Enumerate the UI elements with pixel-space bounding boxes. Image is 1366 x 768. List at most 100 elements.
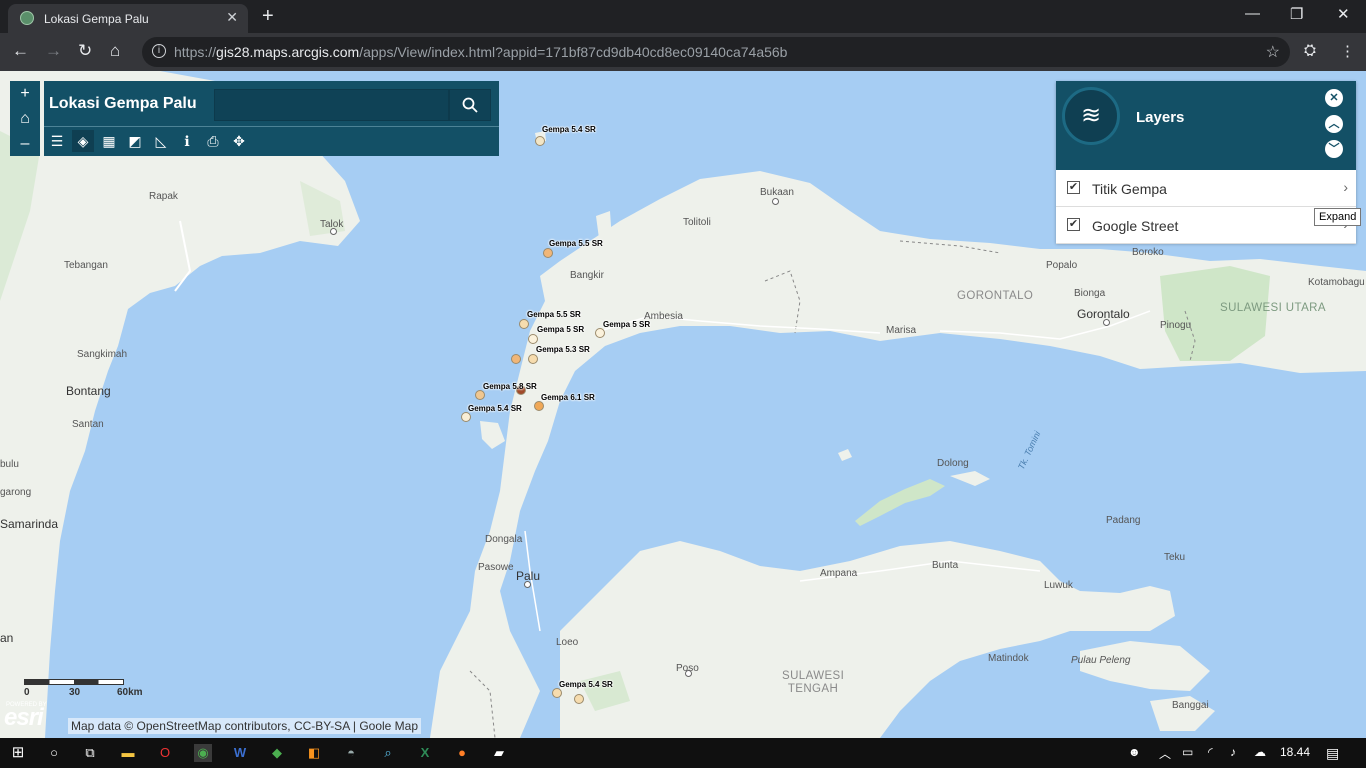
bookmark-star-icon[interactable]: ☆ bbox=[1266, 42, 1280, 62]
earthquake-marker[interactable] bbox=[475, 390, 485, 400]
earthquake-label: Gempa 5.5 SR bbox=[527, 310, 581, 319]
search-button[interactable] bbox=[449, 89, 491, 121]
task-view-icon[interactable]: ⧉ bbox=[81, 744, 99, 762]
earthquake-marker[interactable] bbox=[552, 688, 562, 698]
zoom-control: + ⌂ – bbox=[10, 81, 40, 156]
province-label: SULAWESI TENGAH bbox=[782, 670, 845, 695]
info-icon[interactable]: ℹ bbox=[176, 130, 198, 152]
earthquake-label: Gempa 6.1 SR bbox=[541, 393, 595, 402]
place-label: an bbox=[0, 631, 14, 645]
earthquake-marker[interactable] bbox=[535, 136, 545, 146]
legend-icon[interactable]: ◩ bbox=[124, 130, 146, 152]
file-explorer-icon[interactable]: ▬ bbox=[119, 744, 137, 762]
site-info-icon[interactable]: i bbox=[152, 44, 166, 58]
earthquake-label: Gempa 5.3 SR bbox=[536, 345, 590, 354]
reload-button[interactable]: ↻ bbox=[78, 41, 92, 61]
chevron-right-icon[interactable]: › bbox=[1343, 179, 1348, 195]
app-header: Lokasi Gempa Palu ☰ ◈ ▦ ◩ ◺ ℹ ⎙ ✥ bbox=[44, 81, 499, 156]
place-label: Boroko bbox=[1132, 247, 1164, 258]
layers-panel-header: ≋ Layers ✕ ︿ ﹀ bbox=[1056, 81, 1356, 170]
address-bar[interactable]: i https://gis28.maps.arcgis.com/apps/Vie… bbox=[142, 37, 1290, 67]
measure-icon[interactable]: ◺ bbox=[150, 130, 172, 152]
close-panel-icon[interactable]: ✕ bbox=[1325, 89, 1343, 107]
app-gray-icon[interactable]: ◓ bbox=[342, 744, 360, 762]
earthquake-label: Gempa 5 SR bbox=[603, 320, 651, 329]
place-label: Dolong bbox=[937, 458, 969, 469]
place-label: Pinogu bbox=[1160, 320, 1192, 331]
minimize-button[interactable]: — bbox=[1245, 5, 1260, 22]
details-list-icon[interactable]: ☰ bbox=[46, 130, 68, 152]
extension-icon[interactable]: ⛭ bbox=[1304, 42, 1316, 59]
zoom-in-button[interactable]: + bbox=[10, 81, 40, 106]
place-label: Santan bbox=[72, 419, 104, 430]
earthquake-marker[interactable] bbox=[574, 694, 584, 704]
close-window-button[interactable]: ✕ bbox=[1337, 5, 1350, 23]
excel-icon[interactable]: X bbox=[416, 744, 434, 762]
app-green-icon[interactable]: ◆ bbox=[268, 744, 286, 762]
browser-tab[interactable]: Lokasi Gempa Palu ✕ bbox=[8, 4, 248, 33]
chrome-icon[interactable]: ◉ bbox=[194, 744, 212, 762]
collapse-up-icon[interactable]: ︿ bbox=[1325, 115, 1343, 133]
place-label: Banggai bbox=[1172, 700, 1209, 711]
layer-visibility-checkbox[interactable]: ✔ bbox=[1067, 181, 1080, 194]
onedrive-icon[interactable]: ☁ bbox=[1254, 745, 1266, 759]
windows-start-icon[interactable]: ⊞ bbox=[9, 744, 27, 762]
earthquake-marker[interactable] bbox=[528, 334, 538, 344]
earthquake-label: Gempa 5.4 SR bbox=[468, 404, 522, 413]
clock-time[interactable]: 18.44 bbox=[1280, 745, 1310, 759]
town-dot bbox=[524, 581, 531, 588]
opera-icon[interactable]: O bbox=[156, 744, 174, 762]
app-orange-icon[interactable]: ◧ bbox=[305, 744, 323, 762]
tool-bar: ☰ ◈ ▦ ◩ ◺ ℹ ⎙ ✥ bbox=[44, 126, 499, 156]
wifi-icon[interactable]: ◜ bbox=[1208, 745, 1213, 759]
place-label: Dongala bbox=[485, 534, 523, 545]
layers-stack-icon: ≋ bbox=[1062, 87, 1120, 145]
firefox-icon[interactable]: ● bbox=[453, 744, 471, 762]
tab-title: Lokasi Gempa Palu bbox=[44, 12, 149, 26]
layer-visibility-checkbox[interactable]: ✔ bbox=[1067, 218, 1080, 231]
earthquake-marker[interactable] bbox=[511, 354, 521, 364]
app-search-icon[interactable]: ⌕ bbox=[379, 744, 397, 762]
town-dot bbox=[330, 228, 337, 235]
earthquake-marker[interactable] bbox=[534, 401, 544, 411]
layer-item-google-street[interactable]: ✔ Google Street › bbox=[1056, 208, 1356, 244]
battery-icon[interactable]: ▭ bbox=[1182, 745, 1193, 759]
expand-down-icon[interactable]: ﹀ bbox=[1325, 140, 1343, 158]
home-extent-button[interactable]: ⌂ bbox=[10, 106, 40, 131]
place-label: Tolitoli bbox=[683, 217, 711, 228]
back-button[interactable]: ← bbox=[12, 41, 29, 61]
zoom-out-button[interactable]: – bbox=[10, 131, 40, 156]
province-label: GORONTALO bbox=[957, 290, 1034, 302]
notification-icon[interactable]: ▤ bbox=[1326, 745, 1339, 762]
town-dot bbox=[772, 198, 779, 205]
browser-tab-bar: Lokasi Gempa Palu ✕ + — ❐ ✕ bbox=[0, 0, 1366, 33]
basemap-gallery-icon[interactable]: ▦ bbox=[98, 130, 120, 152]
new-tab-button[interactable]: + bbox=[262, 5, 274, 28]
layers-tool-icon[interactable]: ◈ bbox=[72, 130, 94, 152]
place-label: Sangkimah bbox=[77, 349, 128, 360]
forward-button[interactable]: → bbox=[45, 41, 62, 61]
earthquake-marker[interactable] bbox=[461, 412, 471, 422]
earthquake-marker[interactable] bbox=[595, 328, 605, 338]
search-input[interactable] bbox=[214, 89, 449, 121]
home-button[interactable]: ⌂ bbox=[110, 41, 120, 61]
earthquake-marker[interactable] bbox=[528, 354, 538, 364]
cortana-icon[interactable]: ○ bbox=[45, 744, 63, 762]
print-icon[interactable]: ⎙ bbox=[202, 130, 224, 152]
layer-item-titik-gempa[interactable]: ✔ Titik Gempa › bbox=[1056, 171, 1356, 207]
menu-kebab-icon[interactable]: ⋮ bbox=[1340, 42, 1355, 60]
earthquake-label: Gempa 5.4 SR bbox=[559, 680, 613, 689]
earthquake-marker[interactable] bbox=[543, 248, 553, 258]
tab-close-icon[interactable]: ✕ bbox=[226, 9, 238, 26]
place-label: Bontang bbox=[66, 384, 111, 398]
restore-button[interactable]: ❐ bbox=[1290, 5, 1303, 23]
app-white-icon[interactable]: ▰ bbox=[490, 744, 508, 762]
earthquake-marker[interactable] bbox=[519, 319, 529, 329]
tray-chevron-up-icon[interactable]: ︿ bbox=[1159, 745, 1171, 762]
people-icon[interactable]: ☻ bbox=[1128, 745, 1141, 759]
url-text[interactable]: https://gis28.maps.arcgis.com/apps/View/… bbox=[174, 44, 787, 60]
locate-icon[interactable]: ✥ bbox=[228, 130, 250, 152]
volume-icon[interactable]: ♪ bbox=[1230, 745, 1236, 759]
word-icon[interactable]: W bbox=[231, 744, 249, 762]
earthquake-label: Gempa 5.8 SR bbox=[483, 382, 537, 391]
